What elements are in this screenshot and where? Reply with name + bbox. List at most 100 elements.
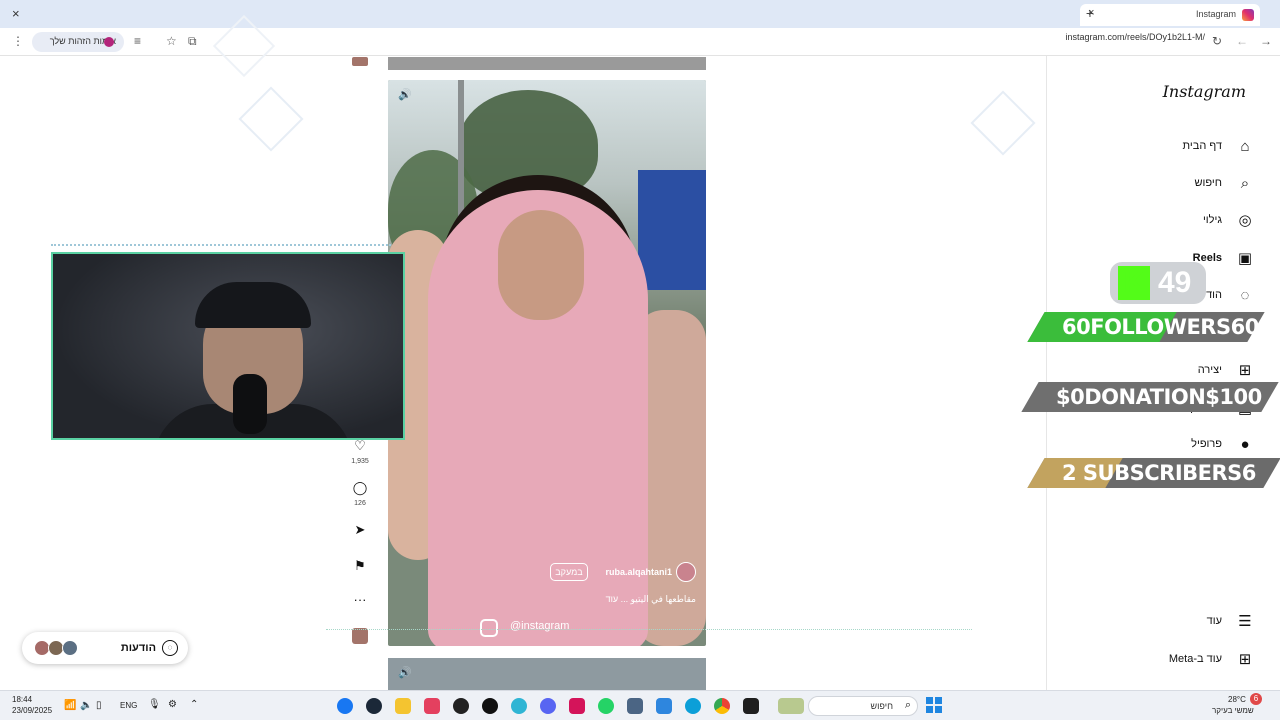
volume-icon[interactable]: 🔈: [80, 700, 92, 711]
tray-overflow-icon[interactable]: ⌃: [190, 699, 198, 710]
comment-count: 126: [354, 500, 366, 507]
tiktok-icon[interactable]: [482, 698, 498, 714]
forward-icon[interactable]: ←: [1236, 34, 1248, 48]
ticker-line: [326, 629, 972, 630]
battery-icon[interactable]: ▯: [96, 700, 102, 711]
reel-username[interactable]: ruba.alqahtani1: [605, 567, 672, 577]
followers-goal-text: 60FOLLOWERS60%: [1062, 315, 1280, 339]
network-icon[interactable]: 📶: [64, 700, 76, 711]
browser-tab[interactable]: Instagram ×: [1080, 4, 1260, 26]
facebook-icon[interactable]: [337, 698, 353, 714]
profile-icon: ●: [1240, 436, 1250, 453]
sidebar-item-label: פרופיל: [1191, 438, 1222, 450]
reading-list-icon[interactable]: ≡: [134, 34, 141, 48]
reels-icon: ▣: [1237, 250, 1253, 267]
donation-goal-bar: $0DONATION$100: [1021, 382, 1279, 412]
tray-mic-icon[interactable]: 🎙: [148, 699, 161, 710]
bookmark-star-icon[interactable]: ☆: [166, 34, 177, 48]
discord-icon[interactable]: [540, 698, 556, 714]
sidebar-item-2[interactable]: ◎ גילוי: [1064, 210, 1254, 232]
video-face: [498, 210, 584, 320]
browser-toolbar: ⋮ אימות הזהות שלך ≡ ☆ ⧉ instagram.com/re…: [0, 28, 1280, 56]
next-reel-audio-icon[interactable]: 🔊: [398, 666, 412, 679]
identity-pill[interactable]: אימות הזהות שלך: [32, 32, 124, 52]
reel-video[interactable]: 🔊 ruba.alqahtani1 במעקב مقاطعها في اليتي…: [388, 80, 706, 646]
home-icon: ⌂: [1240, 138, 1250, 155]
menu-icon[interactable]: ⋮: [12, 34, 24, 48]
chrome-icon[interactable]: [714, 698, 730, 714]
sidebar-item-label: דף הבית: [1182, 140, 1222, 152]
sidebar-item-label: גילוי: [1202, 214, 1222, 226]
windows-taskbar: 18:44 23/09/2025 📶 🔈 ▯ ENG 🎙 ⚙ ⌃ ⌕ חיפוש…: [0, 690, 1280, 720]
edge-icon[interactable]: [685, 698, 701, 714]
messenger-icon: ◌: [162, 640, 178, 656]
window-close-icon[interactable]: ×: [12, 6, 20, 21]
taskbar-search[interactable]: ⌕ חיפוש: [808, 696, 918, 716]
reel-author-avatar[interactable]: [676, 562, 696, 582]
file-explorer-icon[interactable]: [395, 698, 411, 714]
prev-audio-thumbnail[interactable]: [352, 57, 368, 66]
sidebar-item-label: עוד: [1206, 615, 1222, 627]
whatsapp-icon[interactable]: [598, 698, 614, 714]
steam-icon[interactable]: [366, 698, 382, 714]
more-options-icon[interactable]: ···: [352, 592, 368, 607]
browser-tab-bar: × Instagram × +: [0, 0, 1280, 28]
tiktok-pink-icon[interactable]: [424, 698, 440, 714]
messages-label: הודעות: [120, 642, 156, 654]
back-icon[interactable]: →: [1260, 34, 1272, 48]
audio-icon[interactable]: 🔊: [398, 88, 412, 101]
sidebar-item-8[interactable]: ● פרופיל: [1064, 434, 1254, 456]
tray-app-icon[interactable]: ⚙: [168, 699, 177, 710]
kick-viewer-count: 49: [1158, 266, 1192, 299]
sidebar-item-0[interactable]: ⌂ דף הבית: [1064, 136, 1254, 158]
calculator-icon[interactable]: [627, 698, 643, 714]
instagram-logo[interactable]: Instagram: [1163, 82, 1246, 101]
clock-time[interactable]: 18:44: [12, 695, 32, 704]
clock-date[interactable]: 23/09/2025: [12, 706, 52, 715]
like-icon[interactable]: ♡: [352, 438, 368, 454]
sidebar-item-meta[interactable]: ⊞ עוד ב-Meta: [1064, 649, 1254, 671]
widgets-icon[interactable]: [778, 698, 804, 714]
edge-dev-icon[interactable]: [511, 698, 527, 714]
weather-temp[interactable]: 28°C: [1228, 695, 1246, 704]
adobe-icon[interactable]: [569, 698, 585, 714]
share-icon[interactable]: ➤: [352, 522, 368, 538]
audio-thumbnail[interactable]: [352, 628, 368, 644]
menu-icon: ☰: [1238, 613, 1252, 630]
save-icon[interactable]: ⚑: [352, 558, 368, 574]
comment-icon[interactable]: ◯: [352, 480, 368, 496]
new-tab-button[interactable]: +: [1086, 5, 1094, 21]
kick-viewer-counter: K 49: [1110, 262, 1206, 304]
windows-start-icon[interactable]: [926, 697, 942, 713]
address-bar[interactable]: instagram.com/reels/DOy1b2L1-M/: [1065, 32, 1205, 42]
reel-caption[interactable]: مقاطعها في اليتيو ... עוד: [606, 594, 696, 605]
subscriber-goal-bar: 2 SUBSCRIBERS6: [1027, 458, 1280, 488]
terminal-icon[interactable]: [743, 698, 759, 714]
search-icon: ⌕: [904, 699, 911, 711]
reload-icon[interactable]: ↻: [1212, 34, 1222, 48]
obs-icon[interactable]: [453, 698, 469, 714]
weather-text[interactable]: שמשי בעיקר: [1212, 706, 1254, 715]
kick-logo-icon: K: [1118, 266, 1150, 300]
next-reel-strip: 🔊: [388, 658, 706, 690]
language-indicator[interactable]: ENG: [120, 701, 137, 710]
sidebar-item-more[interactable]: ☰ עוד: [1064, 611, 1254, 633]
subscriber-goal-text: 2 SUBSCRIBERS6: [1062, 461, 1256, 485]
notification-badge[interactable]: 6: [1250, 693, 1262, 705]
messenger-icon: ◌: [1240, 287, 1250, 304]
followers-goal-bar: 60FOLLOWERS60%: [1027, 312, 1280, 342]
meta-icon: ⊞: [1238, 651, 1252, 668]
instagram-glyph-icon: [480, 619, 498, 637]
search-icon: ⌕: [1240, 175, 1250, 192]
messages-widget[interactable]: ◌ הודעות: [22, 632, 188, 664]
profile-badge-icon: [104, 37, 114, 47]
screenshot-icon[interactable]: ⧉: [188, 34, 197, 49]
sidebar-item-1[interactable]: ⌕ חיפוש: [1064, 173, 1254, 195]
previous-reel-strip: [388, 57, 706, 70]
store-icon[interactable]: [656, 698, 672, 714]
create-icon: ⊞: [1238, 362, 1252, 379]
sidebar-item-6[interactable]: ⊞ יצירה: [1064, 360, 1254, 382]
following-button[interactable]: במעקב: [550, 563, 588, 581]
sidebar-item-label: יצירה: [1197, 364, 1222, 376]
sidebar-item-label: עוד ב-Meta: [1168, 653, 1222, 665]
